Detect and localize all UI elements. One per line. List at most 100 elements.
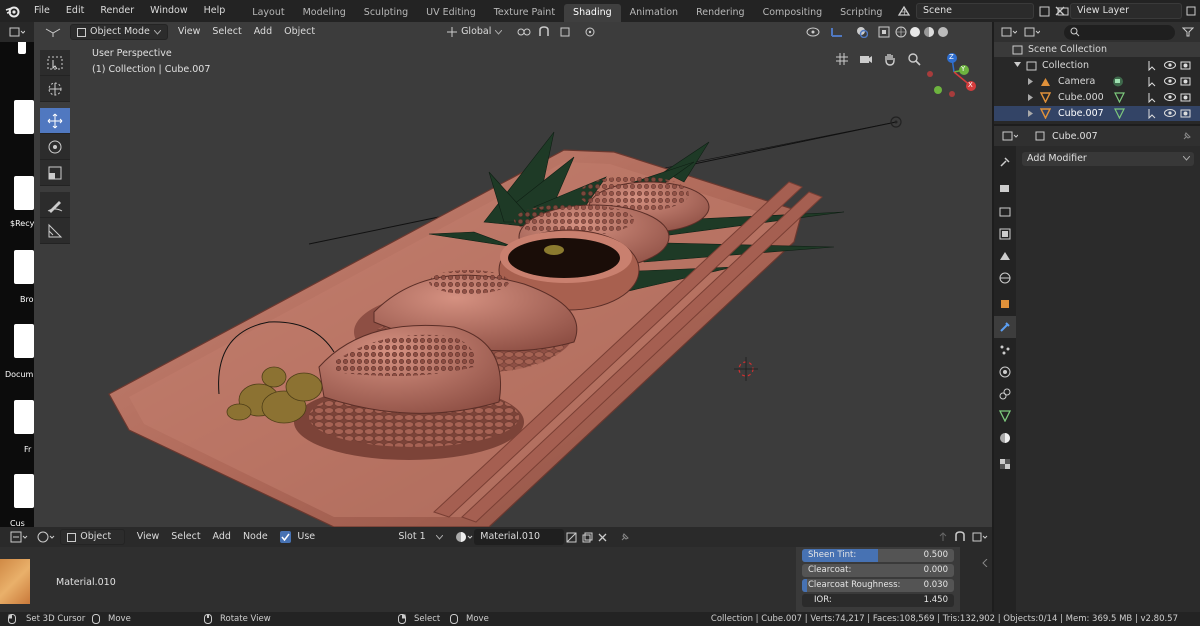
tab-compositing[interactable]: Compositing xyxy=(754,4,832,22)
pan-view-icon[interactable] xyxy=(880,50,900,68)
add-modifier-dropdown[interactable]: Add Modifier xyxy=(1022,152,1194,166)
shader-menu-add[interactable]: Add xyxy=(207,529,237,545)
material-tab-icon[interactable] xyxy=(997,430,1013,446)
annotate-tool[interactable] xyxy=(40,192,70,218)
shader-object-dropdown[interactable]: Object xyxy=(60,529,125,545)
3d-viewport[interactable] xyxy=(34,22,992,527)
scene-selector[interactable]: Scene xyxy=(916,3,1034,19)
tab-shading[interactable]: Shading xyxy=(564,4,621,22)
transform-orientation-dropdown[interactable]: Global xyxy=(441,24,508,40)
shader-menu-select[interactable]: Select xyxy=(165,529,206,545)
pin-icon[interactable] xyxy=(1182,131,1192,141)
menu-file[interactable]: File xyxy=(26,0,58,22)
tab-texture-paint[interactable]: Texture Paint xyxy=(485,4,564,22)
visibility-eye-icon[interactable] xyxy=(1164,93,1176,101)
outliner-search-input[interactable] xyxy=(1063,24,1176,40)
constraints-tab-icon[interactable] xyxy=(997,386,1013,402)
viewport-menu-view[interactable]: View xyxy=(172,24,207,40)
expand-arrow-icon[interactable] xyxy=(1028,78,1033,85)
expand-arrow-icon[interactable] xyxy=(1014,62,1021,68)
sheen-tint-slider[interactable]: Sheen Tint: 0.500 xyxy=(802,549,954,562)
pin-icon[interactable] xyxy=(616,532,633,542)
scene-icon[interactable] xyxy=(894,3,914,19)
outliner-row-camera[interactable]: Camera xyxy=(994,74,1200,89)
menu-edit[interactable]: Edit xyxy=(58,0,92,22)
ior-field[interactable]: IOR: 1.450 xyxy=(802,594,954,607)
scene-copy-icon[interactable] xyxy=(1036,3,1052,19)
solid-shading-icon[interactable] xyxy=(908,26,922,38)
physics-tab-icon[interactable] xyxy=(997,364,1013,380)
view-layer-tab-icon[interactable] xyxy=(997,226,1013,242)
unlink-material-icon[interactable] xyxy=(595,533,611,542)
fake-user-icon[interactable] xyxy=(564,532,580,543)
wireframe-shading-icon[interactable] xyxy=(894,26,908,38)
selectable-icon[interactable] xyxy=(1148,60,1158,71)
selectable-icon[interactable] xyxy=(1148,76,1158,87)
expand-arrow-icon[interactable] xyxy=(1028,94,1033,101)
shader-menu-view[interactable]: View xyxy=(131,529,166,545)
camera-view-icon[interactable] xyxy=(856,50,876,68)
editor-type-icon[interactable] xyxy=(0,22,34,42)
desktop-icon[interactable] xyxy=(14,474,34,508)
shader-menu-node[interactable]: Node xyxy=(237,529,274,545)
display-mode-icon[interactable] xyxy=(1021,24,1044,40)
snap-target-icon[interactable] xyxy=(969,532,992,542)
view-layer-icon[interactable] xyxy=(1056,3,1070,19)
tab-uv-editing[interactable]: UV Editing xyxy=(417,4,485,22)
shader-type-icon[interactable] xyxy=(33,529,58,545)
scale-tool[interactable] xyxy=(40,160,70,186)
slot-dropdown[interactable]: Slot 1 xyxy=(392,529,449,545)
move-tool[interactable] xyxy=(40,108,70,134)
world-tab-icon[interactable] xyxy=(997,270,1013,286)
material-shading-icon[interactable] xyxy=(922,26,936,38)
particles-tab-icon[interactable] xyxy=(997,342,1013,358)
material-browse-icon[interactable] xyxy=(453,531,474,543)
modifiers-tab-icon[interactable] xyxy=(994,316,1016,338)
use-nodes-checkbox[interactable] xyxy=(279,531,292,543)
editor-type-icon[interactable] xyxy=(40,24,66,40)
tab-animation[interactable]: Animation xyxy=(621,4,687,22)
shader-editor-type-icon[interactable] xyxy=(4,529,33,545)
viewport-menu-add[interactable]: Add xyxy=(248,24,278,40)
menu-window[interactable]: Window xyxy=(142,0,195,22)
rotate-tool[interactable] xyxy=(40,134,70,160)
filter-icon[interactable] xyxy=(1175,24,1200,40)
grid-view-icon[interactable] xyxy=(832,50,852,68)
gizmo-toggle-icon[interactable] xyxy=(824,26,850,38)
render-camera-icon[interactable] xyxy=(1180,60,1191,70)
snap-icon[interactable] xyxy=(534,26,554,38)
object-tab-icon[interactable] xyxy=(997,296,1013,312)
desktop-icon[interactable] xyxy=(14,250,34,284)
object-mode-dropdown[interactable]: Object Mode xyxy=(70,24,168,40)
outliner-row-scene-collection[interactable]: Scene Collection xyxy=(994,42,1200,57)
texture-tab-icon[interactable] xyxy=(997,456,1013,472)
desktop-icon[interactable] xyxy=(18,40,26,54)
tool-settings-tab-icon[interactable] xyxy=(997,154,1013,170)
material-name-field[interactable]: Material.010 xyxy=(474,529,564,545)
view-layer-copy-icon[interactable] xyxy=(1184,3,1198,19)
pivot-icon[interactable] xyxy=(514,27,534,37)
properties-editor-icon[interactable] xyxy=(998,128,1022,144)
tab-layout[interactable]: Layout xyxy=(243,4,293,22)
menu-help[interactable]: Help xyxy=(196,0,234,22)
show-object-types-icon[interactable] xyxy=(802,27,824,37)
parent-node-tree-icon[interactable] xyxy=(934,532,951,542)
output-tab-icon[interactable] xyxy=(997,204,1013,220)
snap-target-icon[interactable] xyxy=(554,27,578,37)
selectable-icon[interactable] xyxy=(1148,92,1158,103)
outliner-editor-icon[interactable] xyxy=(998,24,1021,40)
tab-rendering[interactable]: Rendering xyxy=(687,4,754,22)
expand-arrow-icon[interactable] xyxy=(1028,110,1033,117)
clearcoat-roughness-slider[interactable]: Clearcoat Roughness: 0.030 xyxy=(802,579,954,592)
xray-icon[interactable] xyxy=(874,26,894,38)
select-box-tool[interactable] xyxy=(40,50,70,76)
visibility-eye-icon[interactable] xyxy=(1164,61,1176,69)
rendered-shading-icon[interactable] xyxy=(936,26,950,38)
render-camera-icon[interactable] xyxy=(1180,108,1191,118)
tab-modeling[interactable]: Modeling xyxy=(294,4,355,22)
snap-icon[interactable] xyxy=(951,531,968,543)
viewport-menu-select[interactable]: Select xyxy=(206,24,247,40)
outliner-row-cube-000[interactable]: Cube.000 xyxy=(994,90,1200,105)
node-sidebar-toggle[interactable] xyxy=(960,547,992,612)
desktop-icon[interactable] xyxy=(14,324,34,358)
